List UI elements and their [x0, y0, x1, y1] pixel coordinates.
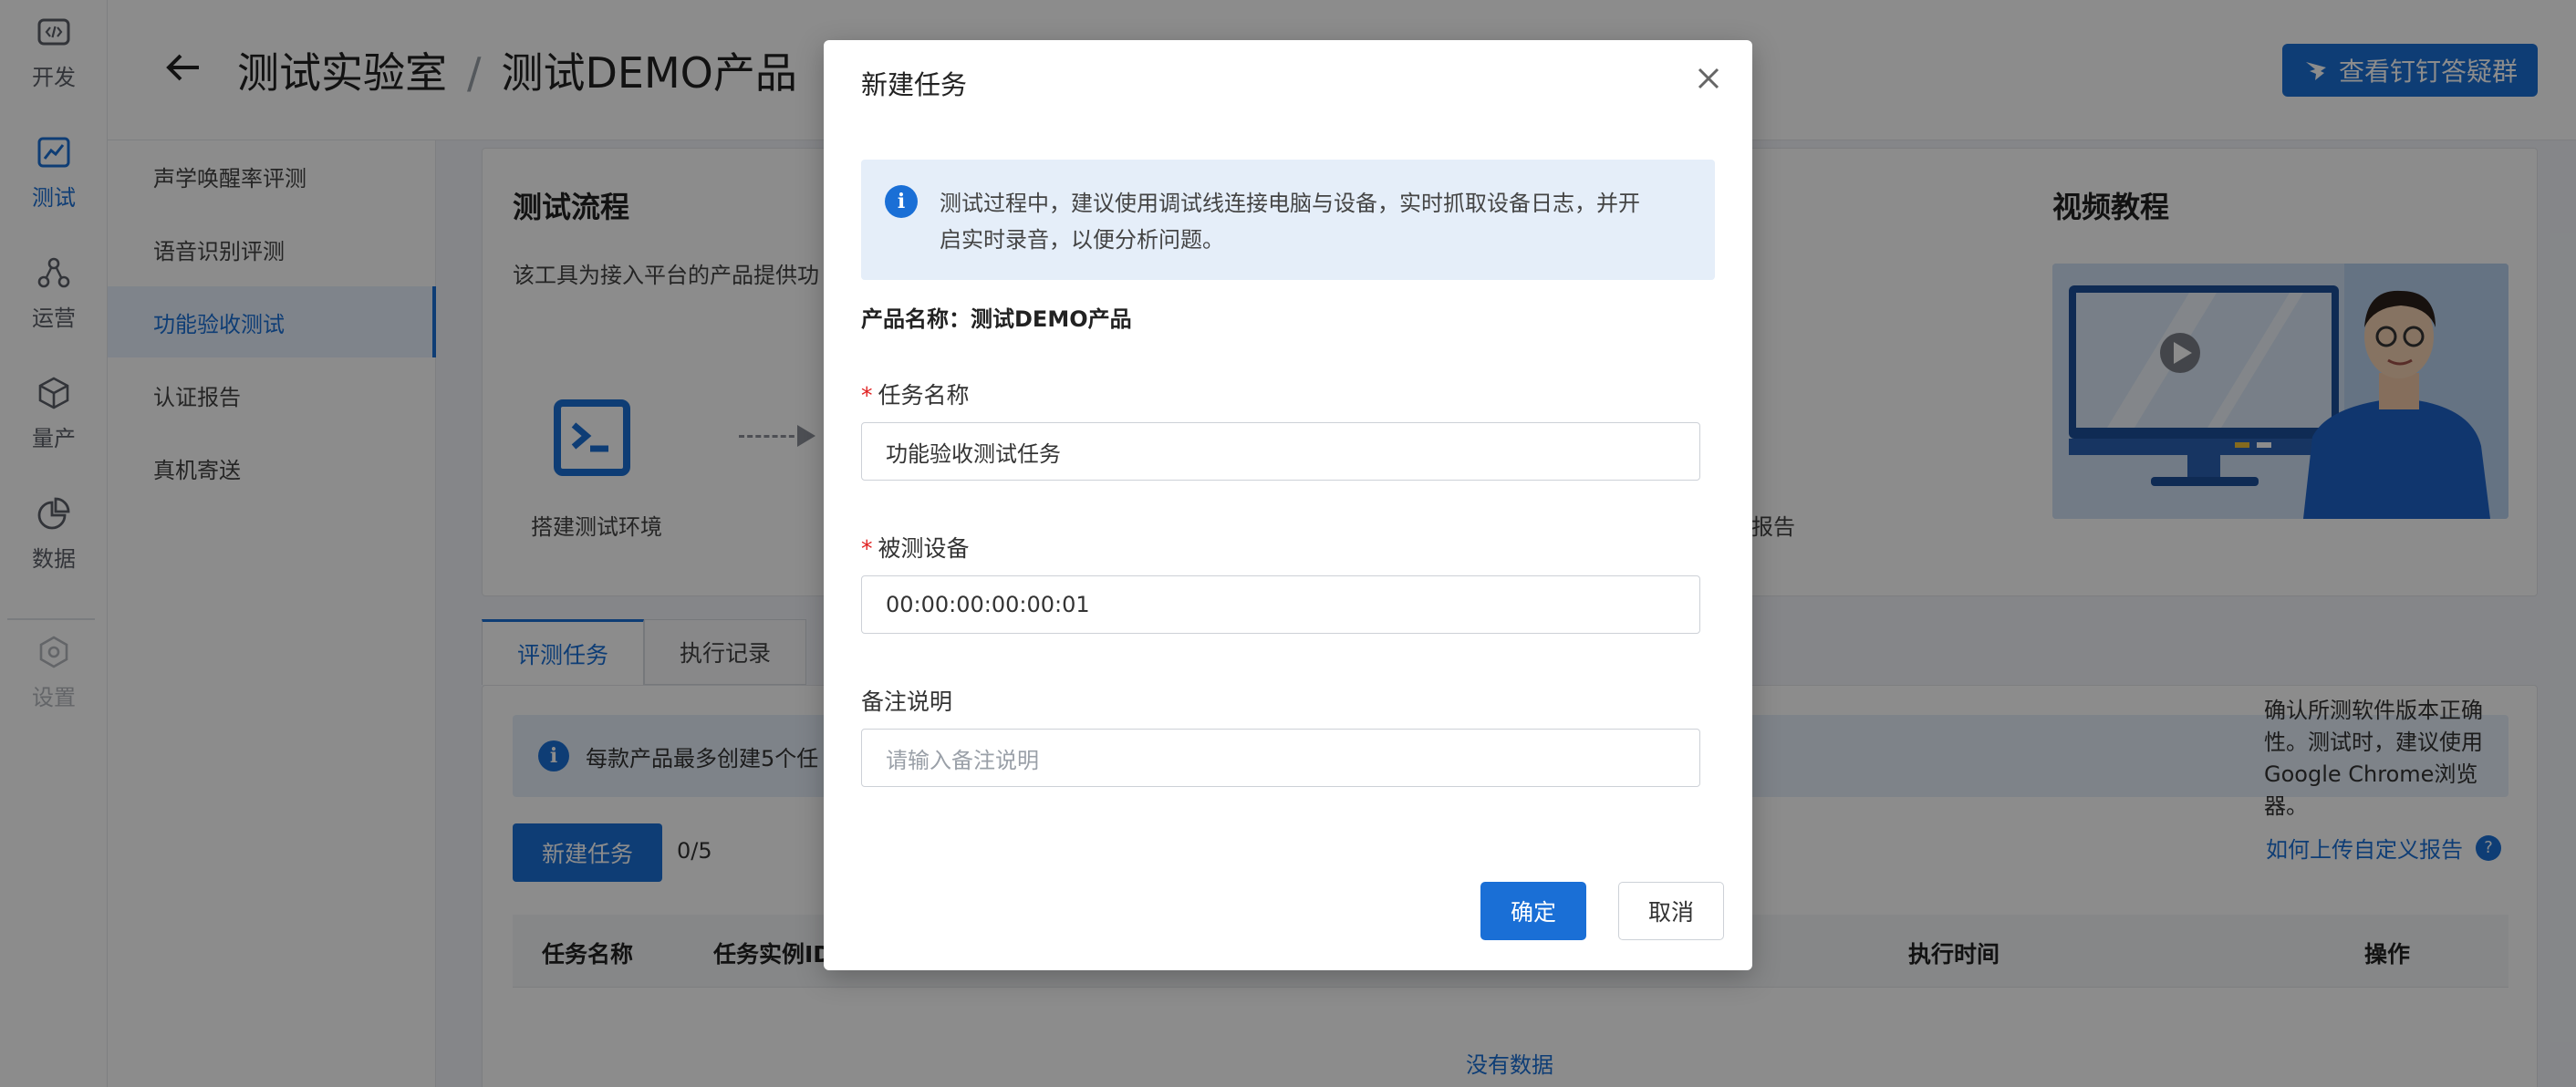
required-mark: * — [861, 382, 873, 409]
alert-info-icon: i — [885, 185, 918, 218]
confirm-button[interactable]: 确定 — [1480, 882, 1586, 940]
close-icon[interactable] — [1692, 62, 1725, 95]
device-select[interactable]: 00:00:00:00:00:01 — [861, 575, 1700, 634]
device-label-text: 被测设备 — [878, 535, 970, 562]
dialog-title: 新建任务 — [861, 69, 968, 100]
required-mark: * — [861, 535, 873, 562]
new-task-dialog: 新建任务 i 测试过程中，建议使用调试线连接电脑与设备，实时抓取设备日志，并开启… — [824, 40, 1752, 970]
cancel-button[interactable]: 取消 — [1618, 882, 1724, 940]
product-name-line: 产品名称：测试DEMO产品 — [861, 306, 1132, 332]
task-name-label-text: 任务名称 — [878, 382, 970, 409]
device-label: * 被测设备 — [861, 531, 970, 564]
dialog-alert-text: 测试过程中，建议使用调试线连接电脑与设备，实时抓取设备日志，并开启实时录音，以便… — [940, 191, 1640, 253]
task-name-label: * 任务名称 — [861, 378, 970, 410]
remark-input[interactable]: 请输入备注说明 — [861, 729, 1700, 787]
task-name-input[interactable]: 功能验收测试任务 — [861, 422, 1700, 481]
remark-label: 备注说明 — [861, 688, 953, 715]
dialog-alert: i 测试过程中，建议使用调试线连接电脑与设备，实时抓取设备日志，并开启实时录音，… — [861, 160, 1715, 280]
